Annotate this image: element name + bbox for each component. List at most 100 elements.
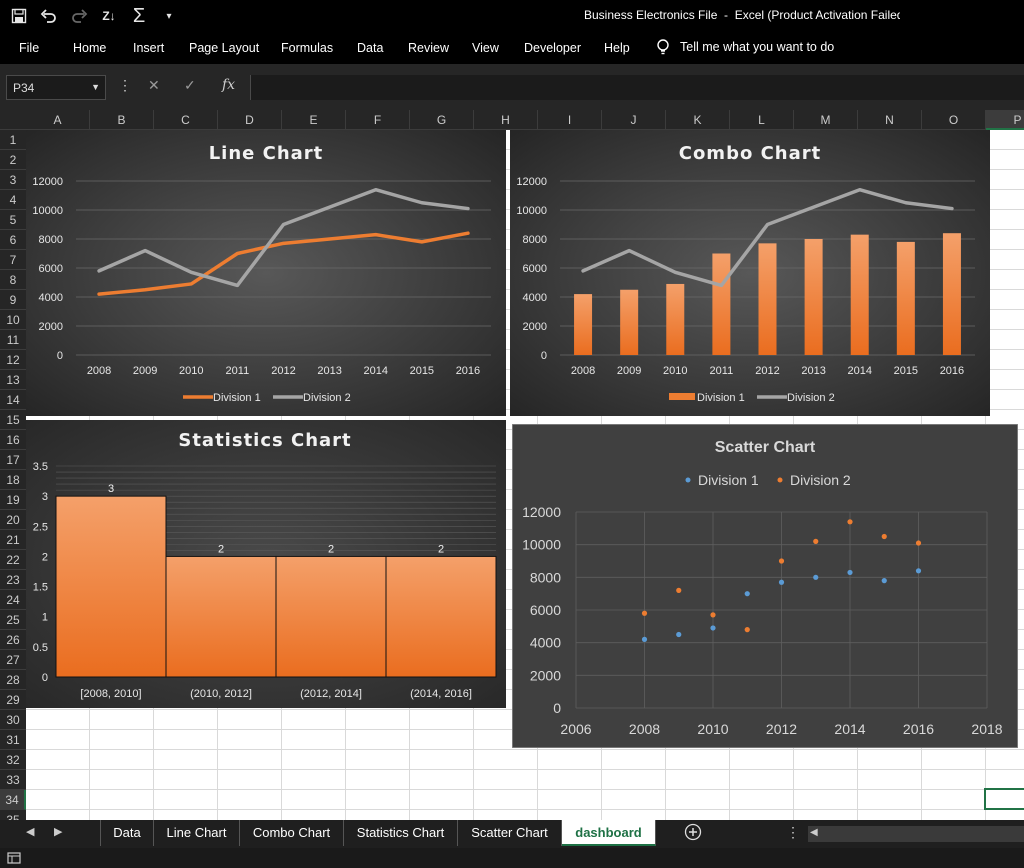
selected-cell[interactable]: [984, 788, 1024, 810]
row-header-30[interactable]: 30: [0, 710, 26, 730]
sheet-tab-dashboard[interactable]: dashboard: [562, 820, 656, 846]
bar: [574, 294, 593, 355]
column-header-p[interactable]: P: [986, 110, 1024, 130]
macro-record-icon[interactable]: [7, 851, 21, 865]
column-header-m[interactable]: M: [794, 110, 858, 130]
column-header-h[interactable]: H: [474, 110, 538, 130]
column-header-a[interactable]: A: [26, 110, 90, 130]
row-header-29[interactable]: 29: [0, 690, 26, 710]
menu-insert[interactable]: Insert: [133, 41, 164, 55]
customize-icon[interactable]: ▾: [158, 5, 180, 27]
save-icon[interactable]: [8, 5, 30, 27]
line-chart[interactable]: Line Chart 0 2000 4000 6000 8000 10000 12000 200…: [26, 130, 506, 416]
row-header-22[interactable]: 22: [0, 550, 26, 570]
row-header-19[interactable]: 19: [0, 490, 26, 510]
menu-formulas[interactable]: Formulas: [281, 41, 333, 55]
row-header-11[interactable]: 11: [0, 330, 26, 350]
sum-icon[interactable]: Σ: [128, 5, 150, 27]
tell-me-search[interactable]: Tell me what you want to do: [656, 38, 834, 56]
menu-file[interactable]: File: [19, 41, 39, 55]
row-header-15[interactable]: 15: [0, 410, 26, 430]
menu-home[interactable]: Home: [73, 41, 106, 55]
y-tick-label: 3.5: [33, 461, 48, 473]
row-header-33[interactable]: 33: [0, 770, 26, 790]
histogram-bar: [385, 555, 497, 678]
scatter-chart[interactable]: Scatter Chart Division 1 Division 2 0 2000 40…: [512, 424, 1018, 748]
scroll-tabs-right-icon[interactable]: ▶: [54, 825, 62, 838]
chevron-down-icon[interactable]: ▼: [91, 82, 100, 92]
row-header-23[interactable]: 23: [0, 570, 26, 590]
menu-data[interactable]: Data: [357, 41, 383, 55]
legend-label: Division 1: [697, 392, 745, 404]
combo-chart[interactable]: Combo Chart 0 2000 4000 6000 8000 10000 12000 20…: [510, 130, 990, 416]
row-header-20[interactable]: 20: [0, 510, 26, 530]
statistics-chart[interactable]: Statistics Chart 0 0.5 1 1.5 2 2.5 3 3.5 3 [2008, …: [26, 420, 506, 708]
row-header-5[interactable]: 5: [0, 210, 26, 230]
column-header-n[interactable]: N: [858, 110, 922, 130]
column-header-b[interactable]: B: [90, 110, 154, 130]
row-header-9[interactable]: 9: [0, 290, 26, 310]
row-header-35[interactable]: 35: [0, 810, 26, 820]
menu-developer[interactable]: Developer: [524, 41, 581, 55]
row-header-16[interactable]: 16: [0, 430, 26, 450]
row-header-4[interactable]: 4: [0, 190, 26, 210]
insert-function-icon[interactable]: fx: [222, 77, 235, 93]
x-tick-label: 2013: [801, 365, 825, 377]
row-header-6[interactable]: 6: [0, 230, 26, 250]
row-header-10[interactable]: 10: [0, 310, 26, 330]
column-header-j[interactable]: J: [602, 110, 666, 130]
row-header-27[interactable]: 27: [0, 650, 26, 670]
row-header-12[interactable]: 12: [0, 350, 26, 370]
more-options-icon[interactable]: ⋮: [118, 77, 132, 94]
menu-page-layout[interactable]: Page Layout: [189, 41, 259, 55]
formula-input[interactable]: [250, 75, 1024, 100]
enter-icon[interactable]: ✓: [184, 77, 196, 94]
horizontal-scrollbar[interactable]: ◀: [808, 826, 1024, 842]
y-tick-label: 3: [42, 491, 48, 503]
row-header-24[interactable]: 24: [0, 590, 26, 610]
row-header-26[interactable]: 26: [0, 630, 26, 650]
row-header-32[interactable]: 32: [0, 750, 26, 770]
column-header-i[interactable]: I: [538, 110, 602, 130]
row-header-18[interactable]: 18: [0, 470, 26, 490]
add-sheet-icon[interactable]: [684, 823, 702, 846]
column-header-k[interactable]: K: [666, 110, 730, 130]
redo-icon[interactable]: [68, 5, 90, 27]
column-header-f[interactable]: F: [346, 110, 410, 130]
y-tick-label: 6000: [39, 263, 63, 275]
row-header-14[interactable]: 14: [0, 390, 26, 410]
cancel-icon[interactable]: ✕: [148, 77, 160, 94]
sheet-tab-scatter-chart[interactable]: Scatter Chart: [458, 820, 562, 846]
row-header-8[interactable]: 8: [0, 270, 26, 290]
row-header-17[interactable]: 17: [0, 450, 26, 470]
sheet-tab-statistics-chart[interactable]: Statistics Chart: [344, 820, 458, 846]
menu-view[interactable]: View: [472, 41, 499, 55]
row-header-2[interactable]: 2: [0, 150, 26, 170]
column-header-c[interactable]: C: [154, 110, 218, 130]
row-header-7[interactable]: 7: [0, 250, 26, 270]
name-box[interactable]: P34 ▼: [6, 75, 106, 100]
sheet-tab-data[interactable]: Data: [100, 820, 154, 846]
row-header-3[interactable]: 3: [0, 170, 26, 190]
column-header-e[interactable]: E: [282, 110, 346, 130]
undo-icon[interactable]: [38, 5, 60, 27]
row-header-31[interactable]: 31: [0, 730, 26, 750]
row-header-25[interactable]: 25: [0, 610, 26, 630]
column-header-d[interactable]: D: [218, 110, 282, 130]
column-header-g[interactable]: G: [410, 110, 474, 130]
sort-icon[interactable]: Z↓: [98, 5, 120, 27]
column-header-o[interactable]: O: [922, 110, 986, 130]
row-header-21[interactable]: 21: [0, 530, 26, 550]
row-header-1[interactable]: 1: [0, 130, 26, 150]
row-header-13[interactable]: 13: [0, 370, 26, 390]
menu-review[interactable]: Review: [408, 41, 449, 55]
row-header-28[interactable]: 28: [0, 670, 26, 690]
scroll-left-icon[interactable]: ◀: [810, 827, 818, 838]
more-sheets-icon[interactable]: ⋮: [786, 824, 800, 841]
sheet-tab-combo-chart[interactable]: Combo Chart: [240, 820, 344, 846]
row-header-34[interactable]: 34: [0, 790, 26, 810]
scroll-tabs-left-icon[interactable]: ◀: [26, 825, 34, 838]
sheet-tab-line-chart[interactable]: Line Chart: [154, 820, 240, 846]
menu-help[interactable]: Help: [604, 41, 630, 55]
column-header-l[interactable]: L: [730, 110, 794, 130]
